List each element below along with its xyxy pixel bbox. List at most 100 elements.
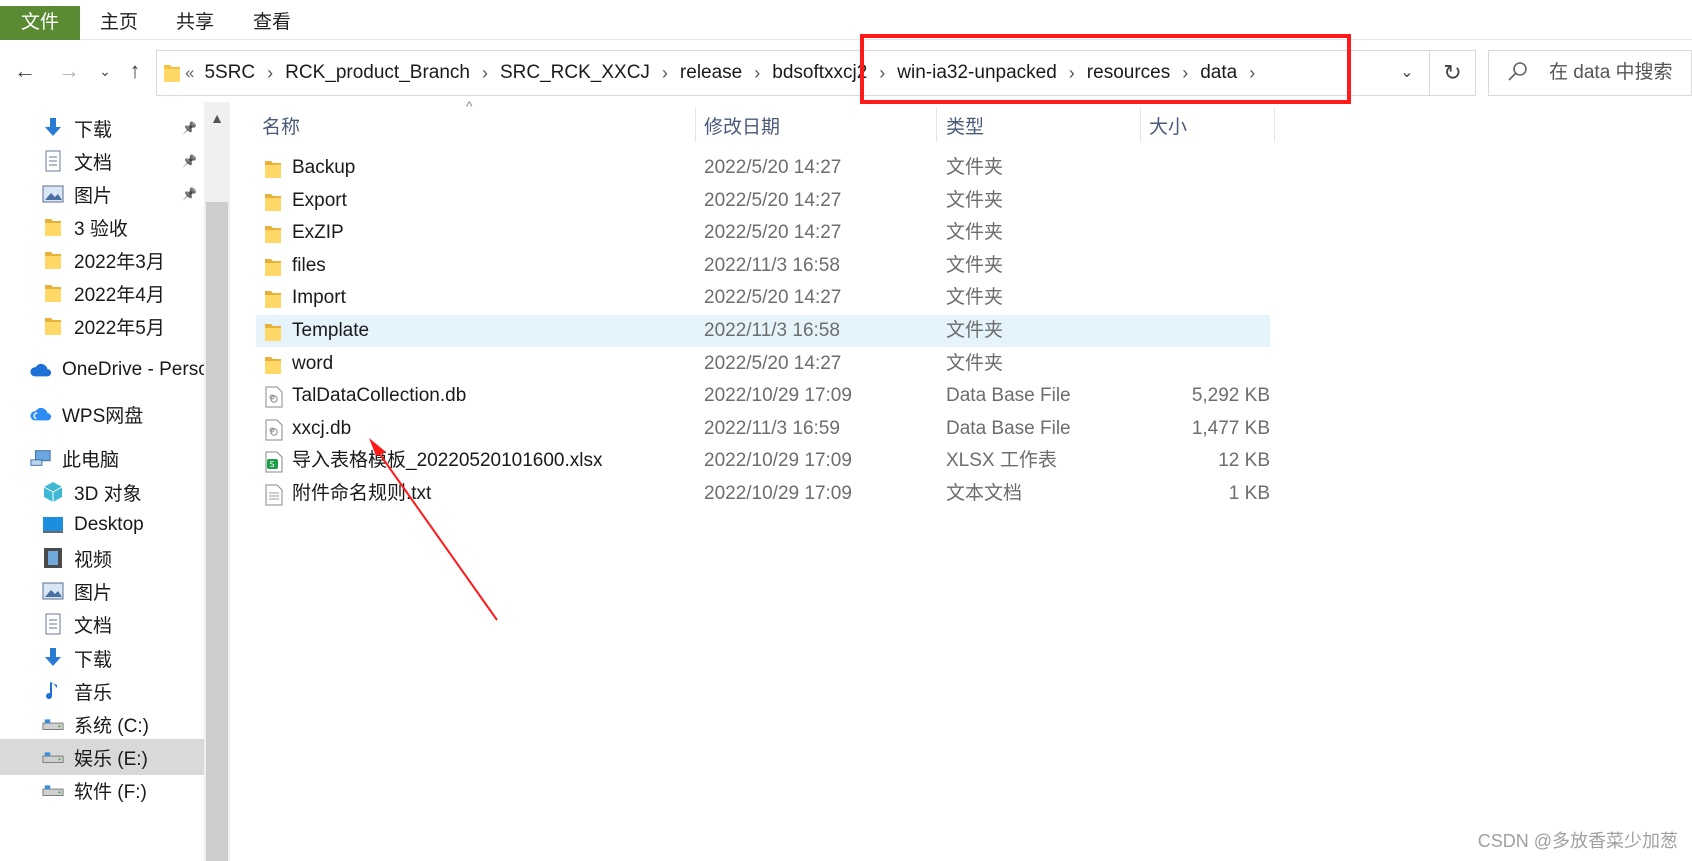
- picture-icon: [42, 183, 64, 205]
- search-box[interactable]: 在 data 中搜索: [1488, 50, 1692, 96]
- ribbon-bar: 文件 主页 共享 查看: [0, 0, 1692, 40]
- sidebar-item[interactable]: 音乐: [0, 673, 204, 709]
- sidebar-item[interactable]: 视频: [0, 540, 204, 576]
- document-icon: [42, 150, 64, 172]
- sidebar-item-label: 系统 (C:): [74, 715, 149, 737]
- sidebar-item[interactable]: 2022年3月: [0, 242, 204, 278]
- breadcrumb-item[interactable]: release: [680, 62, 742, 84]
- scroll-up-icon[interactable]: ▲: [204, 102, 230, 134]
- sidebar-item[interactable]: WPS网盘: [0, 396, 204, 432]
- sidebar-item[interactable]: 娱乐 (E:): [0, 739, 204, 775]
- tab-view[interactable]: 查看: [253, 8, 291, 38]
- sidebar-item[interactable]: 文档: [0, 606, 204, 642]
- pin-icon[interactable]: 📌: [182, 187, 197, 201]
- picture-icon: [42, 580, 64, 602]
- column-header-size[interactable]: 大小: [1149, 108, 1187, 148]
- sidebar-item[interactable]: 2022年4月: [0, 275, 204, 311]
- sidebar-item-label: 图片: [74, 185, 113, 207]
- computer-icon: [30, 447, 52, 469]
- breadcrumb-chevron-icon[interactable]: ›: [754, 63, 760, 84]
- up-arrow-icon[interactable]: ↑: [118, 54, 152, 88]
- refresh-icon[interactable]: ↻: [1429, 51, 1475, 95]
- breadcrumb-overflow[interactable]: «: [185, 63, 194, 83]
- folder-icon: [42, 216, 64, 238]
- breadcrumb-chevron-icon[interactable]: ›: [662, 63, 668, 84]
- file-row[interactable]: files 2022/11/3 16:58 文件夹: [256, 250, 1270, 282]
- sidebar-scrollbar[interactable]: ▲: [204, 102, 230, 861]
- recent-locations-chevron-icon[interactable]: ⌄: [88, 54, 122, 88]
- folder-icon: [42, 315, 64, 337]
- file-size: [1110, 152, 1270, 184]
- sidebar-item[interactable]: 下载 📌: [0, 110, 204, 146]
- file-modified-date: 2022/10/29 17:09: [704, 450, 852, 472]
- breadcrumb-item[interactable]: SRC_RCK_XXCJ: [500, 62, 650, 84]
- file-row[interactable]: Template 2022/11/3 16:58 文件夹: [256, 315, 1270, 347]
- file-row[interactable]: 附件命名规则.txt 2022/10/29 17:09 文本文档 1 KB: [256, 478, 1270, 510]
- tab-file[interactable]: 文件: [0, 6, 80, 40]
- sidebar-item[interactable]: 2022年5月: [0, 308, 204, 344]
- document-icon: [42, 613, 64, 635]
- breadcrumb-chevron-icon[interactable]: ›: [267, 63, 273, 84]
- sidebar-item-label: OneDrive - Perso: [62, 359, 204, 380]
- forward-arrow-icon[interactable]: →: [52, 54, 86, 88]
- address-dropdown-chevron-icon[interactable]: ⌄: [1385, 51, 1429, 95]
- column-header-date[interactable]: 修改日期: [704, 108, 780, 148]
- sidebar-item[interactable]: 3 验收: [0, 209, 204, 245]
- column-divider[interactable]: [1140, 108, 1141, 142]
- sidebar-item[interactable]: 此电脑: [0, 440, 204, 476]
- column-header-type[interactable]: 类型: [946, 108, 984, 148]
- file-name: TalDataCollection.db: [292, 385, 467, 407]
- sidebar-item[interactable]: 软件 (F:): [0, 772, 204, 808]
- txt-file-icon: [264, 484, 284, 506]
- file-name: Template: [292, 320, 370, 341]
- sidebar-item[interactable]: Desktop: [0, 507, 204, 543]
- file-modified-date: 2022/11/3 16:59: [704, 417, 840, 439]
- file-row[interactable]: Import 2022/5/20 14:27 文件夹: [256, 282, 1270, 314]
- pin-icon[interactable]: 📌: [182, 154, 197, 168]
- pin-icon[interactable]: 📌: [182, 121, 197, 135]
- sidebar-item[interactable]: 下载: [0, 640, 204, 676]
- tab-home[interactable]: 主页: [100, 8, 138, 38]
- file-row[interactable]: TalDataCollection.db 2022/10/29 17:09 Data…: [256, 380, 1270, 412]
- back-arrow-icon[interactable]: ←: [8, 54, 42, 88]
- tab-share[interactable]: 共享: [176, 8, 214, 38]
- scroll-thumb[interactable]: [206, 202, 228, 861]
- file-row[interactable]: Export 2022/5/20 14:27 文件夹: [256, 185, 1270, 217]
- search-placeholder: 在 data 中搜索: [1549, 62, 1673, 83]
- file-row[interactable]: ExZIP 2022/5/20 14:27 文件夹: [256, 217, 1270, 249]
- column-divider[interactable]: [1274, 108, 1275, 142]
- file-row[interactable]: word 2022/5/20 14:27 文件夹: [256, 348, 1270, 380]
- file-type: 文件夹: [946, 189, 1004, 211]
- breadcrumb-chevron-icon[interactable]: ›: [482, 63, 488, 84]
- sidebar-item-label: 视频: [74, 549, 113, 571]
- drive-icon: [42, 746, 64, 768]
- column-header-name[interactable]: 名称: [262, 108, 300, 148]
- file-size: 12 KB: [1218, 450, 1270, 472]
- sidebar-item-label: WPS网盘: [62, 405, 144, 427]
- column-divider[interactable]: [936, 108, 937, 142]
- download-arrow-icon: [42, 117, 64, 139]
- breadcrumb-item[interactable]: RCK_product_Branch: [285, 62, 470, 84]
- sidebar-item[interactable]: 图片 📌: [0, 176, 204, 212]
- file-row[interactable]: xxcj.db 2022/11/3 16:59 Data Base File 1,47…: [256, 413, 1270, 445]
- file-row[interactable]: S 导入表格模板_20220520101600.xlsx 2022/10/29 17…: [256, 445, 1270, 477]
- sort-ascending-icon: ^: [466, 98, 473, 114]
- file-row[interactable]: Backup 2022/5/20 14:27 文件夹: [256, 152, 1270, 184]
- sidebar-item[interactable]: OneDrive - Perso: [0, 352, 204, 388]
- sidebar-item[interactable]: 图片: [0, 573, 204, 609]
- wps-cloud-icon: [30, 403, 52, 425]
- sidebar-item-label: 3 验收: [74, 218, 128, 240]
- download-arrow-icon: [42, 647, 64, 669]
- svg-text:S: S: [270, 460, 275, 469]
- sidebar-item-label: 文档: [74, 615, 113, 637]
- column-divider[interactable]: [695, 108, 696, 142]
- sidebar-item-label: 娱乐 (E:): [74, 748, 148, 770]
- file-type: 文件夹: [946, 254, 1004, 276]
- file-type: Data Base File: [946, 385, 1071, 407]
- breadcrumb-item[interactable]: bdsoftxxcj2: [772, 62, 867, 84]
- xlsx-file-icon: S: [264, 451, 284, 473]
- sidebar-item[interactable]: 文档 📌: [0, 143, 204, 179]
- sidebar-item[interactable]: 3D 对象: [0, 474, 204, 510]
- breadcrumb-item[interactable]: 5SRC: [204, 62, 255, 84]
- sidebar-item[interactable]: 系统 (C:): [0, 706, 204, 742]
